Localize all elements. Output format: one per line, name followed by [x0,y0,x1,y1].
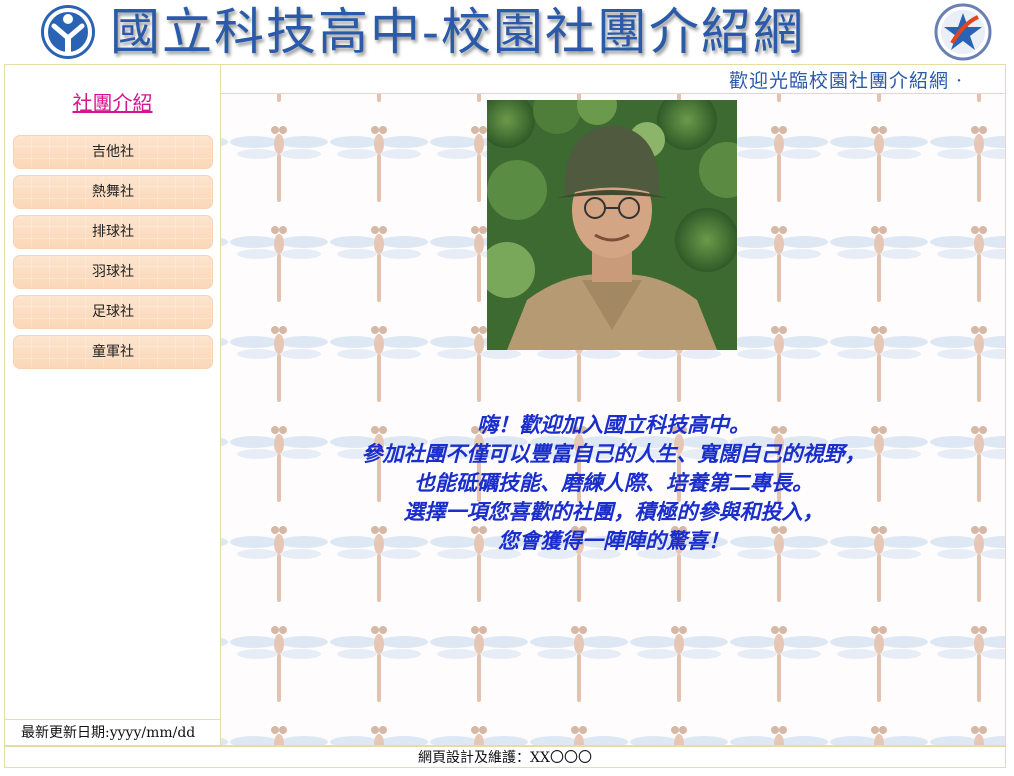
sidebar-item-dance-club[interactable]: 熱舞社 [13,175,213,209]
sidebar-title-link[interactable]: 社團介紹 [5,87,220,116]
sidebar: 社團介紹 吉他社 熱舞社 排球社 羽球社 足球社 童軍社 最新更新日期:yyyy… [4,64,221,746]
last-updated-text: 最新更新日期:yyyy/mm/dd [5,719,220,745]
welcome-message: 嗨！歡迎加入國立科技高中。 參加社團不僅可以豐富自己的人生、寬闊自己的視野， 也… [221,410,1005,555]
welcome-message-line: 參加社團不僅可以豐富自己的人生、寬闊自己的視野， [361,441,866,466]
footer: 網頁設計及維護：XX〇〇〇 [4,746,1006,768]
sidebar-item-badminton-club[interactable]: 羽球社 [13,255,213,289]
sidebar-item-soccer-club[interactable]: 足球社 [13,295,213,329]
site-title: 國立科技高中-校園社團介紹網 [110,3,805,61]
sidebar-item-guitar-club[interactable]: 吉他社 [13,135,213,169]
welcome-message-line: 您會獲得一陣陣的驚喜！ [498,528,729,553]
club-photo [487,100,737,350]
sidebar-item-scout-club[interactable]: 童軍社 [13,335,213,369]
welcome-message-line: 嗨！歡迎加入國立科技高中。 [477,412,750,437]
welcome-message-line: 選擇一項您喜歡的社團，積極的參與和投入， [403,499,824,524]
main-content: 嗨！歡迎加入國立科技高中。 參加社團不僅可以豐富自己的人生、寬闊自己的視野， 也… [221,94,1006,746]
star-emblem-icon [934,3,992,61]
welcome-message-line: 也能砥礪技能、磨練人際、培養第二專長。 [414,470,813,495]
welcome-marquee-text: 歡迎光臨校園社團介紹網 · [729,70,964,92]
footer-credit: 網頁設計及維護：XX〇〇〇 [418,750,592,766]
school-emblem-icon [41,5,95,59]
sidebar-item-volleyball-club[interactable]: 排球社 [13,215,213,249]
header: 國立科技高中-校園社團介紹網 [4,0,1006,63]
welcome-marquee-bar: 歡迎光臨校園社團介紹網 · [221,64,1006,94]
